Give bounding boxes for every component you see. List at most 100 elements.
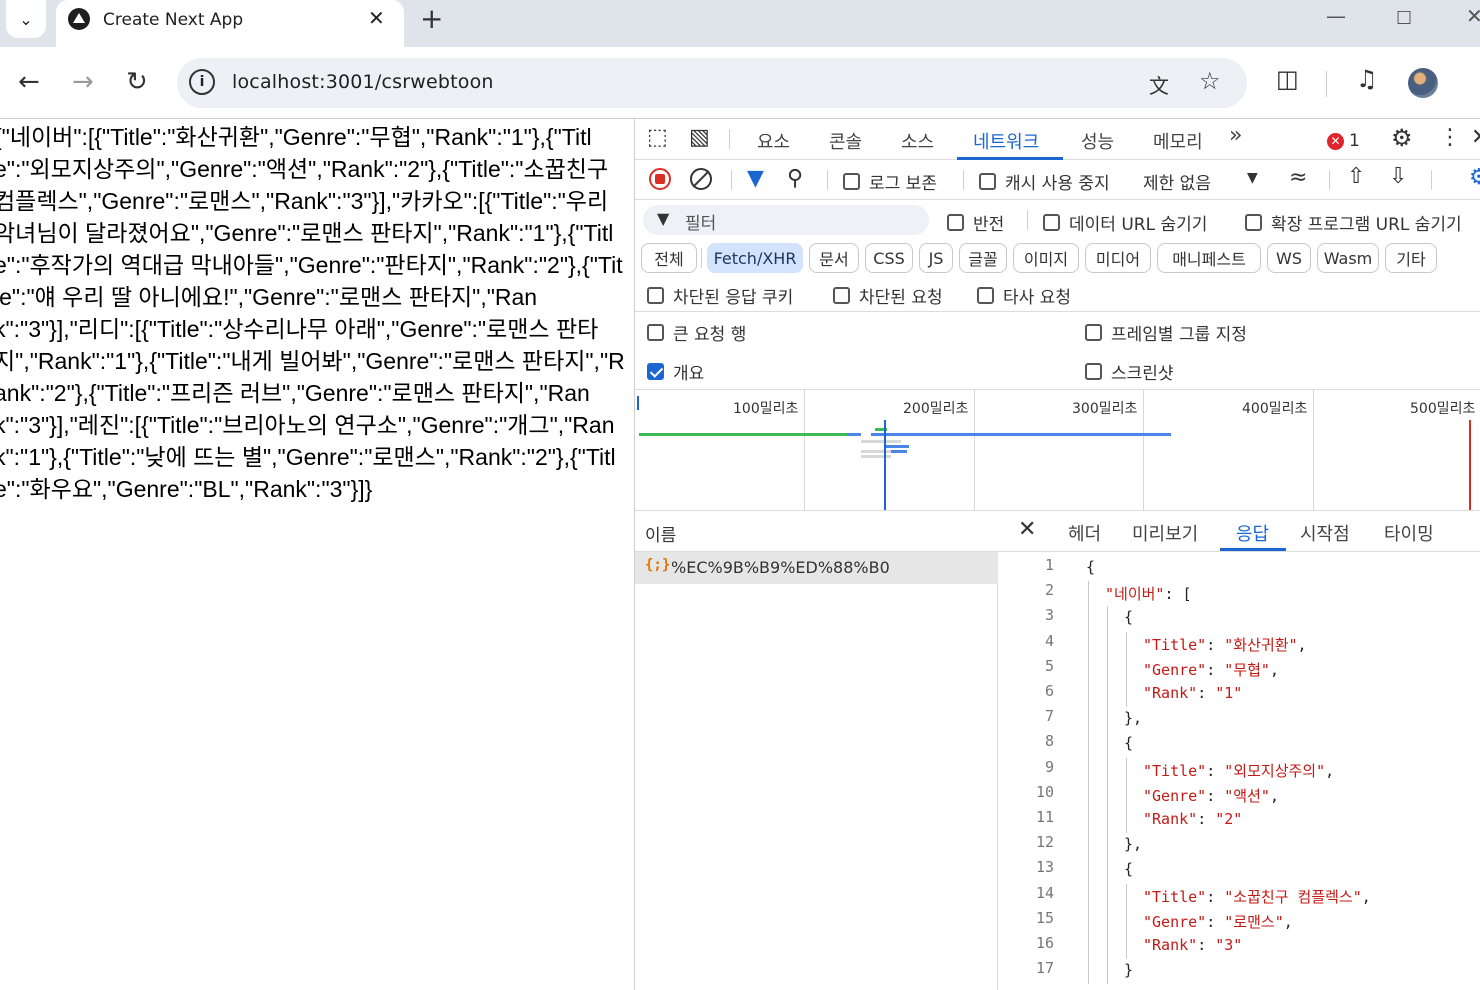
network-settings-icon[interactable]: ⚙	[1469, 165, 1480, 190]
indent-guide	[1107, 606, 1108, 632]
error-badge[interactable]: ✕ 1	[1327, 131, 1360, 151]
blocked-requests-checkbox[interactable]: 차단된 요청	[833, 283, 943, 308]
maximize-icon[interactable]: ☐	[1396, 8, 1412, 29]
toolbar-divider	[1027, 210, 1028, 230]
settings-gear-icon[interactable]: ⚙	[1391, 124, 1413, 152]
translate-icon[interactable]: 文	[1149, 70, 1169, 99]
reload-icon[interactable]: ↻	[126, 67, 148, 97]
type-filter-media[interactable]: 미디어	[1085, 243, 1151, 273]
filter-funnel-icon[interactable]: ▼	[747, 166, 764, 191]
indent-guide	[1126, 757, 1127, 783]
type-filter-js[interactable]: JS	[919, 243, 953, 273]
timeline-bar-blue	[847, 433, 861, 436]
code-text: {	[1124, 734, 1134, 753]
type-filter-doc[interactable]: 문서	[809, 243, 859, 273]
browser-menu-icon[interactable]: ⋮	[1470, 65, 1480, 93]
indent-guide	[1088, 631, 1089, 657]
checkbox-box	[979, 173, 996, 190]
tab-elements[interactable]: 요소	[757, 128, 790, 154]
tab-timing[interactable]: 타이밍	[1384, 520, 1434, 546]
detail-tab-bar: ✕ 헤더 미리보기 응답 시작점 타이밍	[998, 511, 1480, 552]
url-text[interactable]: localhost:3001/csrwebtoon	[232, 71, 494, 93]
code-line: 3{	[998, 606, 1480, 632]
throttle-select[interactable]: 제한 없음	[1143, 169, 1211, 194]
network-conditions-icon[interactable]: ≈	[1289, 165, 1307, 190]
name-column-header: 이름	[645, 526, 677, 546]
line-number: 10	[1035, 782, 1054, 801]
close-devtools-icon[interactable]: ✕	[1471, 125, 1480, 150]
group-by-frame-checkbox[interactable]: 프레임별 그룹 지정	[1085, 320, 1247, 345]
invert-checkbox[interactable]: 반전	[947, 210, 1004, 235]
tab-search-button[interactable]: ⌄	[6, 0, 46, 38]
device-toolbar-icon[interactable]: ▧	[689, 125, 710, 150]
import-har-icon[interactable]: ⇧	[1347, 164, 1365, 189]
type-filter-ws[interactable]: WS	[1267, 243, 1311, 273]
third-party-requests-checkbox[interactable]: 타사 요청	[977, 283, 1071, 308]
requests-header[interactable]: 이름	[635, 511, 998, 552]
blocked-response-cookies-checkbox[interactable]: 차단된 응답 쿠키	[647, 283, 793, 308]
back-icon[interactable]: ←	[18, 67, 40, 97]
show-overview-checkbox[interactable]: 개요	[647, 359, 704, 384]
forward-icon[interactable]: →	[72, 67, 94, 97]
tab-initiator[interactable]: 시작점	[1300, 520, 1350, 546]
more-tabs-icon[interactable]: »	[1229, 123, 1242, 148]
close-detail-icon[interactable]: ✕	[1018, 517, 1036, 542]
load-marker	[1469, 420, 1471, 510]
type-filter-manifest[interactable]: 매니페스트	[1157, 243, 1261, 273]
blocked-response-cookies-label: 차단된 응답 쿠키	[673, 288, 794, 308]
minimize-icon[interactable]: —	[1326, 4, 1346, 28]
type-filter-other[interactable]: 기타	[1385, 243, 1437, 273]
tab-headers[interactable]: 헤더	[1068, 520, 1101, 546]
type-filter-img[interactable]: 이미지	[1013, 243, 1079, 273]
request-row[interactable]: {;} %EC%9B%B9%ED%88%B0	[635, 552, 998, 584]
disable-cache-checkbox[interactable]: 캐시 사용 중지	[979, 169, 1110, 194]
dropdown-arrow-icon[interactable]: ▼	[1247, 170, 1258, 186]
filter-input[interactable]: ▼ 필터	[643, 205, 929, 235]
timeline-bar-gray	[861, 440, 901, 443]
timeline-gridline	[1143, 390, 1144, 510]
type-filter-fetch-xhr[interactable]: Fetch/XHR	[707, 243, 803, 273]
type-filter-wasm[interactable]: Wasm	[1317, 243, 1379, 273]
requests-list: 이름 {;} %EC%9B%B9%ED%88%B0	[635, 511, 998, 990]
site-info-icon[interactable]: i	[189, 69, 215, 95]
search-icon[interactable]: ⚲	[787, 166, 803, 191]
preserve-log-checkbox[interactable]: 로그 보존	[843, 169, 937, 194]
bookmark-star-icon[interactable]: ☆	[1199, 67, 1221, 95]
big-request-rows-checkbox[interactable]: 큰 요청 행	[647, 320, 746, 345]
record-icon[interactable]	[649, 168, 671, 190]
hide-data-urls-checkbox[interactable]: 데이터 URL 숨기기	[1043, 210, 1207, 235]
line-number: 8	[1044, 732, 1054, 751]
hide-extension-urls-checkbox[interactable]: 확장 프로그램 URL 숨기기	[1245, 210, 1462, 235]
screenshots-checkbox[interactable]: 스크린샷	[1085, 359, 1174, 384]
extensions-icon[interactable]: ◫	[1276, 65, 1299, 93]
toolbar-divider	[827, 170, 828, 190]
indent-guide	[1126, 934, 1127, 960]
tab-close-icon[interactable]: ✕	[368, 6, 385, 30]
profile-avatar[interactable]	[1408, 68, 1438, 98]
devtools-menu-icon[interactable]: ⋮	[1439, 125, 1461, 150]
indent-guide	[1088, 682, 1089, 708]
export-har-icon[interactable]: ⇩	[1389, 164, 1407, 189]
tab-console[interactable]: 콘솔	[829, 128, 862, 154]
network-settings-area: 큰 요청 행 프레임별 그룹 지정 개요 스크린샷	[635, 312, 1480, 390]
tab-performance[interactable]: 성능	[1081, 128, 1114, 154]
type-filter-all[interactable]: 전체	[641, 243, 697, 273]
tab-network[interactable]: 네트워크	[973, 128, 1039, 154]
browser-tab[interactable]: Create Next App ✕	[56, 0, 404, 47]
tab-memory[interactable]: 메모리	[1153, 128, 1203, 154]
network-overview-timeline[interactable]: 100밀리초 200밀리초 300밀리초 400밀리초 500밀리초	[635, 390, 1480, 511]
close-window-icon[interactable]: ✕	[1466, 4, 1480, 28]
address-bar[interactable]: i localhost:3001/csrwebtoon 文 ☆	[177, 58, 1247, 108]
tab-preview[interactable]: 미리보기	[1132, 520, 1198, 546]
timeline-handle[interactable]	[637, 396, 639, 410]
inspect-element-icon[interactable]: ⬚	[647, 125, 668, 150]
media-control-icon[interactable]: ♫	[1356, 65, 1378, 93]
clear-icon[interactable]	[690, 168, 712, 190]
tab-response[interactable]: 응답	[1236, 520, 1269, 546]
checkbox-box	[1245, 214, 1262, 231]
response-code-view[interactable]: 1{2 "네이버": [3{4 "Title": "화산귀환", 5 "Genre": …	[998, 552, 1480, 990]
new-tab-icon[interactable]: +	[420, 2, 443, 35]
type-filter-font[interactable]: 글꼴	[959, 243, 1007, 273]
type-filter-css[interactable]: CSS	[865, 243, 913, 273]
tab-sources[interactable]: 소스	[901, 128, 934, 154]
